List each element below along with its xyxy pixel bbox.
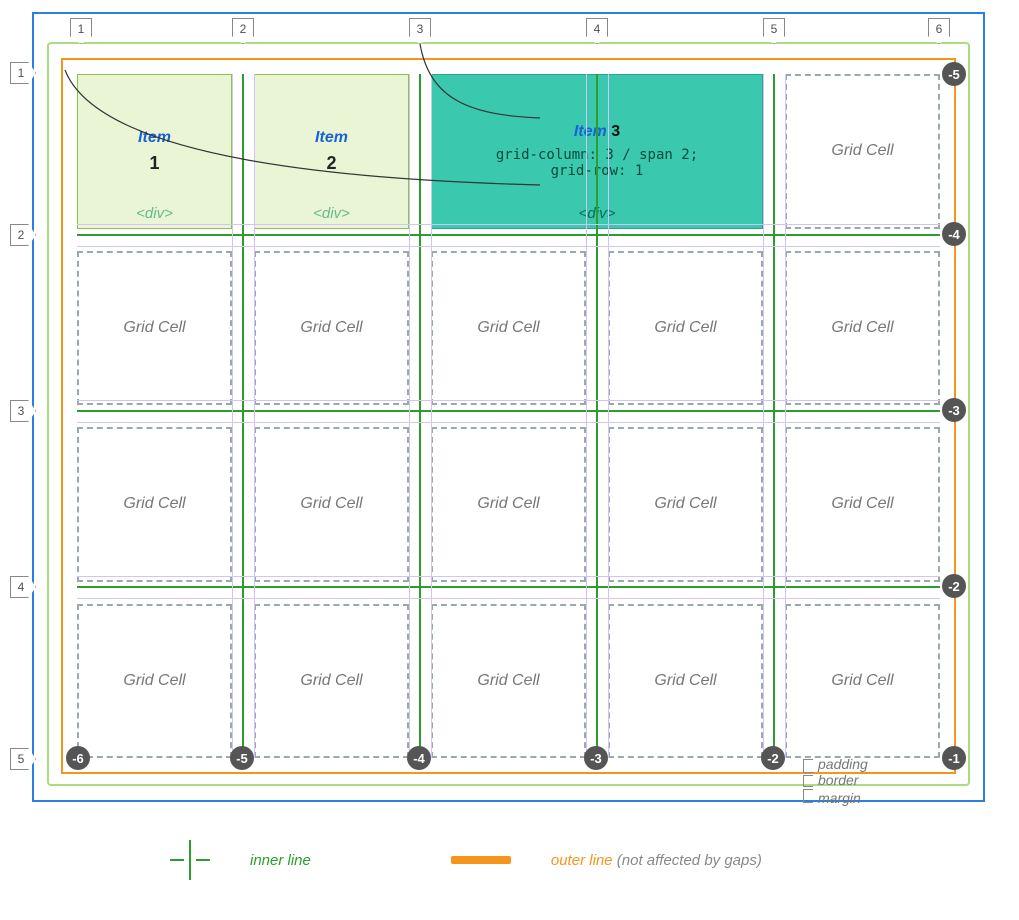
neg-row-line-badge: -5 xyxy=(942,62,966,86)
cell-label: Grid Cell xyxy=(123,672,185,690)
margin-label: margin xyxy=(818,790,861,806)
item-tag: <div> xyxy=(255,205,408,222)
bracket-icon xyxy=(803,775,813,787)
grid-cell: Grid Cell xyxy=(77,427,232,582)
cell-label: Grid Cell xyxy=(123,319,185,337)
cell-label: Grid Cell xyxy=(831,672,893,690)
inner-line-label: inner line xyxy=(250,852,311,869)
grid-cell: Grid Cell xyxy=(785,251,940,406)
neg-row-line-badge: -3 xyxy=(942,398,966,422)
item-label: Item xyxy=(574,123,607,140)
grid-cell: Grid Cell xyxy=(254,604,409,759)
neg-col-line-badge: -2 xyxy=(761,746,785,770)
cell-label: Grid Cell xyxy=(477,319,539,337)
grid-item-2: Item 2 <div> xyxy=(254,74,409,229)
grid-cell: Grid Cell xyxy=(785,427,940,582)
cell-label: Grid Cell xyxy=(654,319,716,337)
bracket-icon xyxy=(803,789,813,803)
grid-cell: Grid Cell xyxy=(608,604,763,759)
cell-label: Grid Cell xyxy=(831,495,893,513)
cell-label: Grid Cell xyxy=(477,495,539,513)
cell-label: Grid Cell xyxy=(300,319,362,337)
grid-cell: Grid Cell xyxy=(785,604,940,759)
neg-row-line-badge: -2 xyxy=(942,574,966,598)
grid-cell: Grid Cell xyxy=(77,604,232,759)
grid-cell: Grid Cell xyxy=(431,427,586,582)
grid-cell: Grid Cell xyxy=(785,74,940,229)
neg-row-line-badge: -4 xyxy=(942,222,966,246)
neg-row-line-badge: -1 xyxy=(942,746,966,770)
grid-item-1: Item 1 <div> xyxy=(77,74,232,229)
cell-label: Grid Cell xyxy=(123,495,185,513)
item-label: Item xyxy=(138,129,171,147)
grid-cell: Grid Cell xyxy=(608,251,763,406)
grid-cell: Grid Cell xyxy=(431,251,586,406)
item-code: grid-column: 3 / span 2; grid-row: 1 xyxy=(496,147,698,179)
grid-cell: Grid Cell xyxy=(254,427,409,582)
grid-cell: Grid Cell xyxy=(431,604,586,759)
item-number: 1 xyxy=(149,153,159,174)
cell-label: Grid Cell xyxy=(654,495,716,513)
outer-line-note: (not affected by gaps) xyxy=(617,852,762,869)
inner-line-icon xyxy=(170,840,210,880)
grid-cell: Grid Cell xyxy=(608,427,763,582)
cell-label: Grid Cell xyxy=(831,142,893,160)
cell-label: Grid Cell xyxy=(831,319,893,337)
neg-col-line-badge: -4 xyxy=(407,746,431,770)
outer-line-icon xyxy=(451,856,511,864)
padding-label: padding xyxy=(818,756,868,772)
neg-col-line-badge: -3 xyxy=(584,746,608,770)
item-tag: <div> xyxy=(432,205,762,222)
cell-label: Grid Cell xyxy=(300,672,362,690)
outer-line-label: outer line xyxy=(551,852,613,869)
cell-label: Grid Cell xyxy=(477,672,539,690)
neg-col-line-badge: -6 xyxy=(66,746,90,770)
item-label: Item xyxy=(315,129,348,147)
grid-cell: Grid Cell xyxy=(254,251,409,406)
grid-item-3: Item 3 grid-column: 3 / span 2; grid-row… xyxy=(431,74,763,229)
cell-label: Grid Cell xyxy=(654,672,716,690)
legend: inner line outer line (not affected by g… xyxy=(170,840,762,880)
border-label: border xyxy=(818,772,858,788)
cell-label: Grid Cell xyxy=(300,495,362,513)
neg-col-line-badge: -5 xyxy=(230,746,254,770)
item-number: 3 xyxy=(611,123,620,140)
grid-cell: Grid Cell xyxy=(77,251,232,406)
item-number: 2 xyxy=(326,153,336,174)
bracket-icon xyxy=(803,759,813,773)
grid-container: Item 1 <div> Item 2 <div> Item 3 grid-co… xyxy=(77,74,940,758)
item-tag: <div> xyxy=(78,205,231,222)
